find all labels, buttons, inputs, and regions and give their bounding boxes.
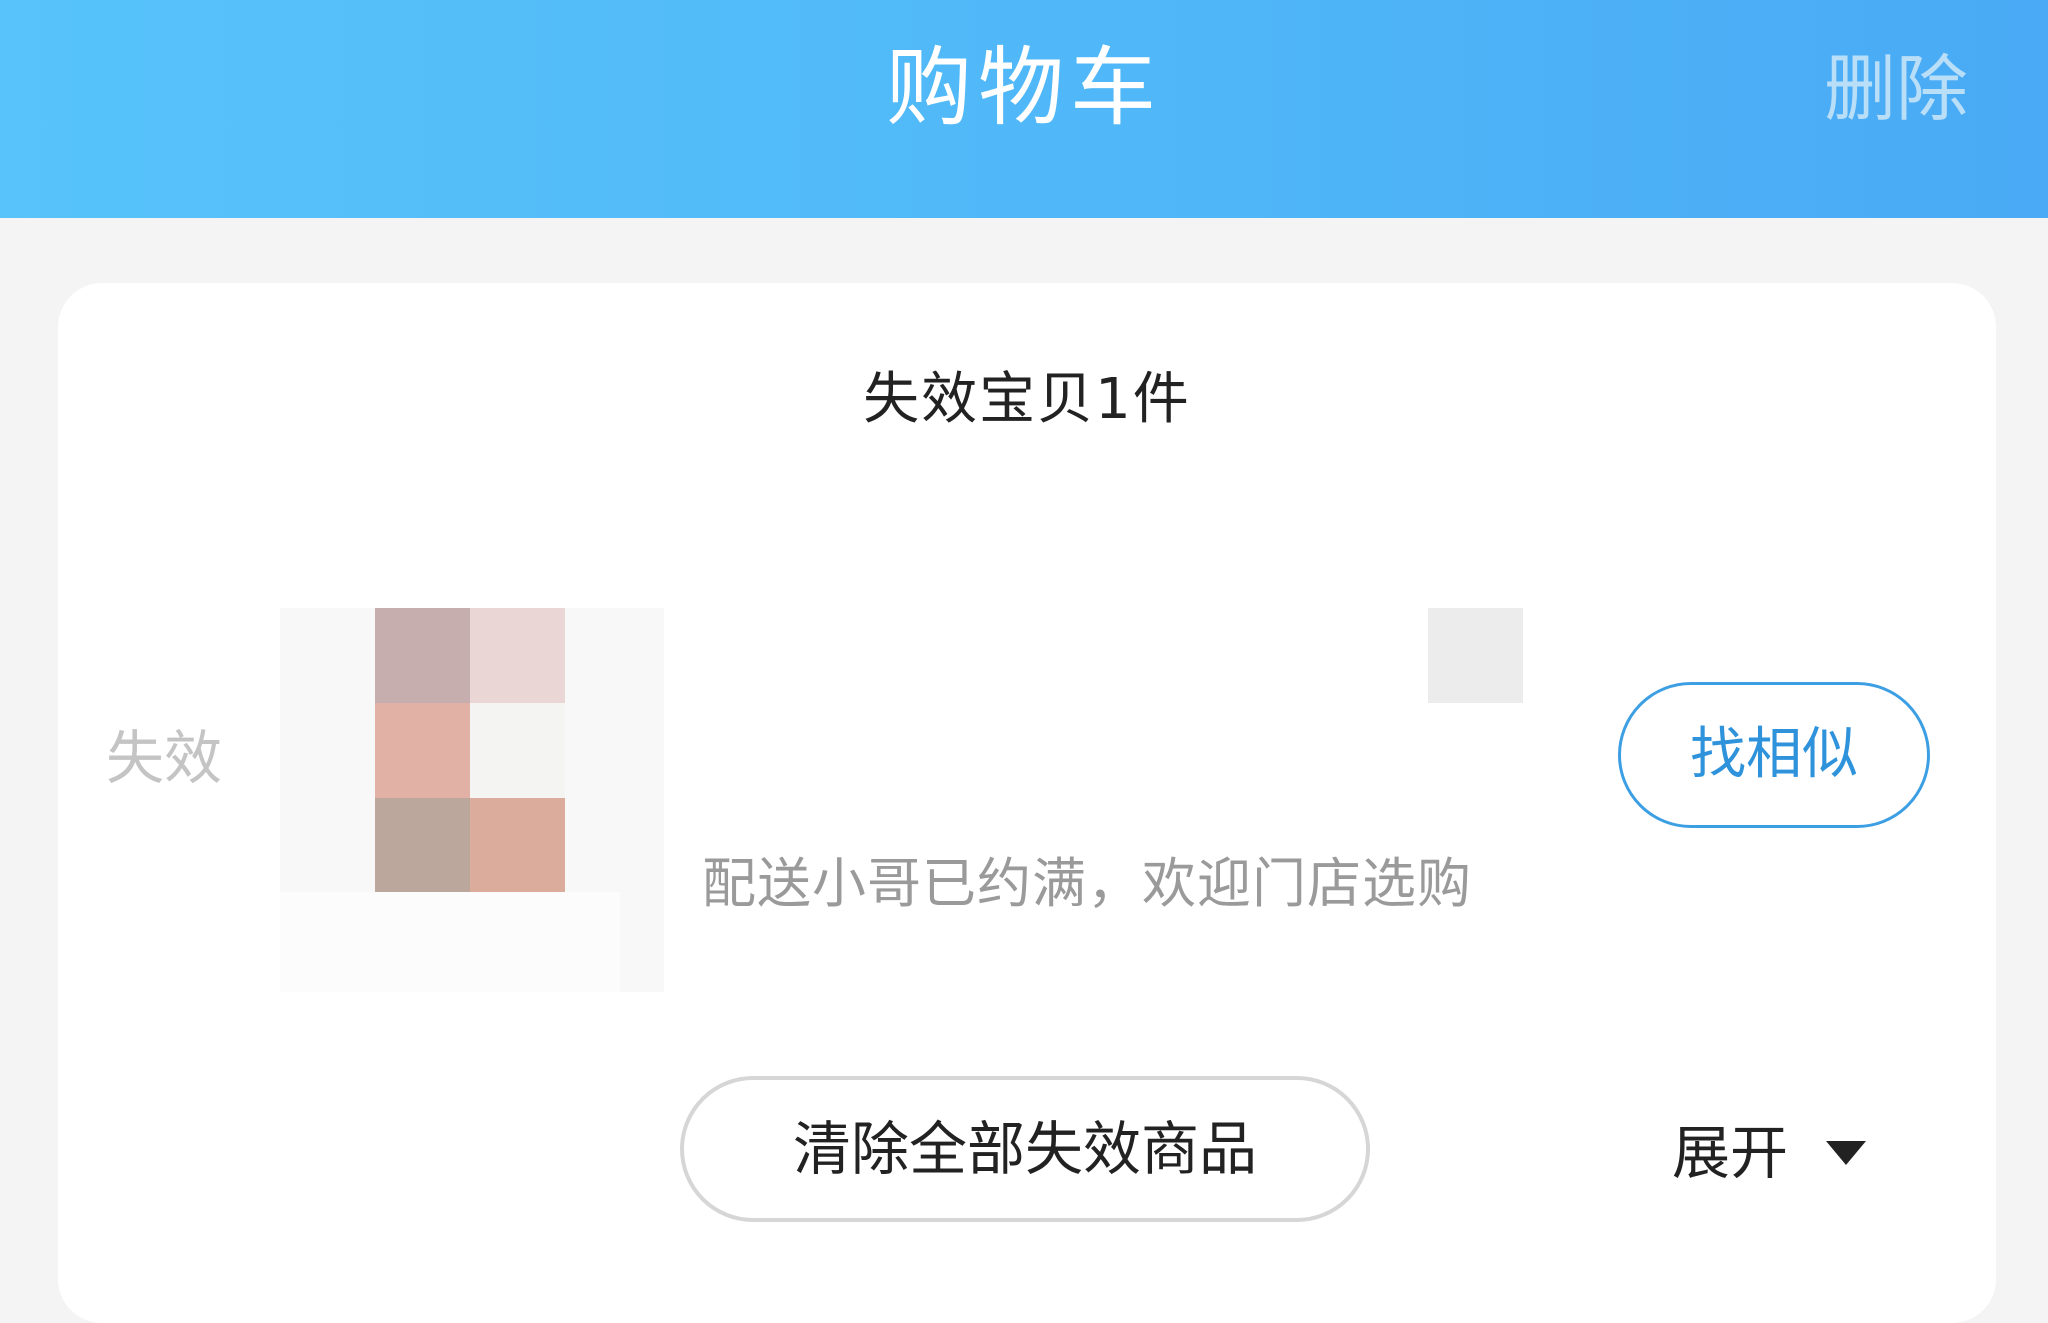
thumbnail-pixel (375, 798, 470, 893)
app-header: 购物车 删除 (0, 0, 2048, 218)
expand-label: 展开 (1672, 1119, 1789, 1187)
item-unavailable-message: 配送小哥已约满，欢迎门店选购 (702, 852, 1472, 915)
thumbnail-pixel (375, 703, 470, 798)
find-similar-button[interactable]: 找相似 (1618, 682, 1930, 828)
thumbnail-pixel (470, 608, 565, 703)
delete-button[interactable]: 删除 (1824, 44, 1968, 134)
clear-all-invalid-button[interactable]: 清除全部失效商品 (680, 1076, 1370, 1222)
thumbnail-pixel (470, 798, 565, 893)
thumbnail-pixel (375, 608, 470, 703)
invalid-items-card: 失效宝贝1件 失效 配送小哥已约满，欢迎门店选购 找相似 清除全部失效商品 展开 (58, 283, 1996, 1323)
product-name-placeholder (1428, 608, 1523, 703)
invalid-items-title: 失效宝贝1件 (863, 367, 1191, 432)
invalid-status-tag: 失效 (106, 724, 223, 792)
page-title: 购物车 (886, 38, 1162, 138)
caret-down-icon (1826, 1141, 1867, 1165)
thumbnail-pixel (470, 703, 565, 798)
product-thumbnail[interactable] (280, 608, 664, 992)
thumbnail-fade (280, 892, 620, 992)
expand-toggle[interactable]: 展开 (1672, 1113, 1867, 1193)
